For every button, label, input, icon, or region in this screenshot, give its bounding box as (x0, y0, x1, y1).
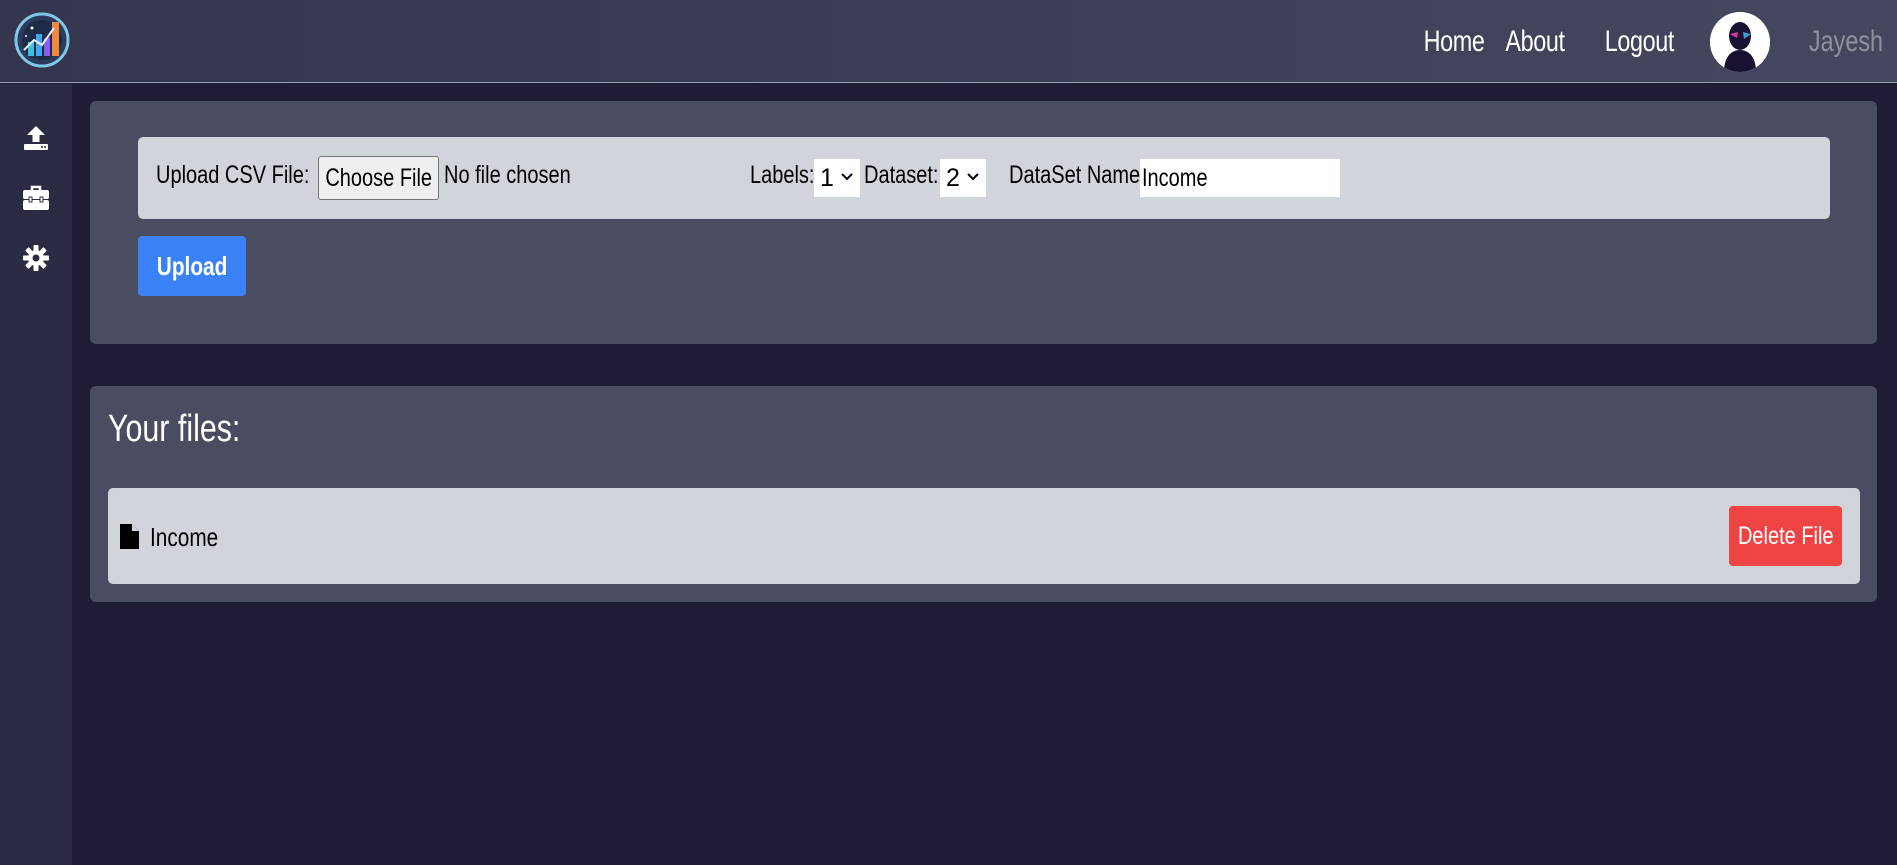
upload-panel: Upload CSV File: Choose File No file cho… (90, 101, 1877, 344)
dataset-name-input[interactable]: Income (1140, 159, 1340, 197)
delete-file-button[interactable]: Delete File (1729, 506, 1842, 566)
nav-link-home[interactable]: Home (1424, 25, 1485, 59)
gear-icon[interactable] (22, 244, 50, 272)
upload-button[interactable]: Upload (138, 236, 246, 296)
upload-icon[interactable] (22, 124, 50, 152)
upload-form-row: Upload CSV File: Choose File No file cho… (138, 137, 1830, 219)
sidebar (0, 84, 72, 865)
nav-link-logout[interactable]: Logout (1605, 25, 1675, 59)
no-file-chosen-text: No file chosen (444, 161, 571, 189)
top-navbar: Home About Logout Jayesh (0, 0, 1897, 83)
toolbox-icon[interactable] (22, 184, 50, 212)
avatar[interactable] (1709, 11, 1770, 72)
nav-links: Home About Logout Jayesh (1415, 0, 1897, 83)
file-icon (120, 524, 139, 549)
files-panel: Your files: Income Delete File (90, 386, 1877, 602)
username: Jayesh (1808, 24, 1883, 58)
app-logo-icon[interactable] (14, 12, 70, 68)
labels-select[interactable]: 1 (814, 159, 860, 197)
user-avatar-icon (1709, 11, 1770, 72)
list-item: Income Delete File (108, 488, 1860, 584)
file-name[interactable]: Income (150, 522, 235, 553)
chevron-down-icon (967, 173, 979, 181)
files-title: Your files: (108, 408, 241, 450)
dataset-select-value: 2 (946, 163, 960, 192)
chevron-down-icon (841, 173, 853, 181)
choose-file-button[interactable]: Choose File (318, 156, 439, 200)
labels-select-value: 1 (820, 163, 834, 192)
nav-link-about[interactable]: About (1506, 25, 1566, 59)
dataset-select[interactable]: 2 (940, 159, 986, 197)
